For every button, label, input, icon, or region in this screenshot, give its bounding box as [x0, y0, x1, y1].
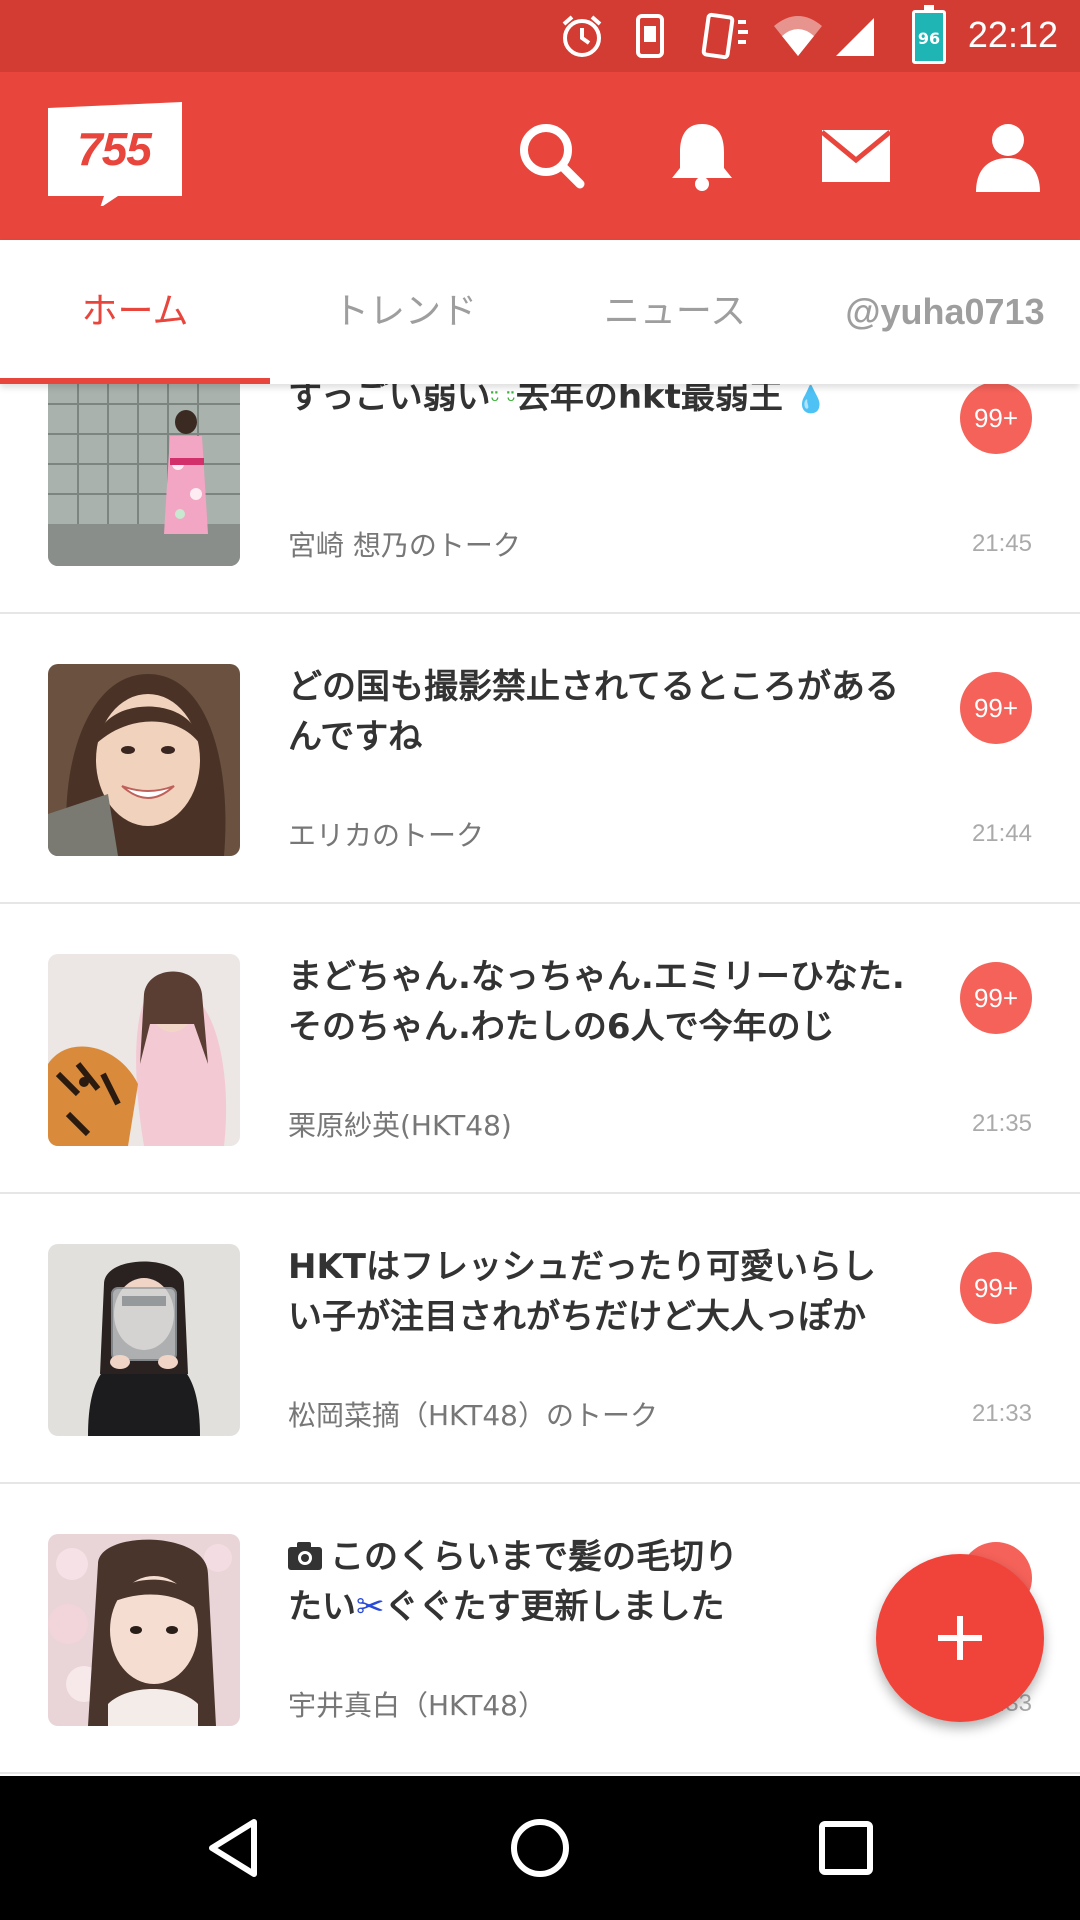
status-bar: 96 22:12 — [0, 0, 1080, 72]
home-icon[interactable] — [504, 1812, 576, 1884]
item-source: 宮崎 想乃のトーク — [288, 529, 521, 562]
tab-home[interactable]: ホーム — [0, 240, 270, 384]
comment-count-badge: 99+ — [960, 672, 1032, 744]
compose-fab-button[interactable] — [876, 1554, 1044, 1722]
battery-icon: 96 — [912, 5, 946, 64]
item-source: 松岡菜摘（HKT48）のトーク — [288, 1399, 658, 1432]
item-time: 21:35 — [971, 1110, 1032, 1137]
item-title: このくらいまで髪の毛切り たい✂ぐぐたす更新しました — [288, 1532, 908, 1632]
tab-user[interactable]: @yuha0713 — [810, 240, 1080, 384]
thumbnail-image — [48, 1244, 240, 1436]
rotation-icon — [701, 12, 748, 60]
thumbnail-image — [48, 384, 240, 566]
plus-icon — [938, 1616, 982, 1660]
sad-face-emoji: ᵕ̈ ᵕ̈ — [490, 389, 516, 414]
bell-icon[interactable] — [662, 116, 742, 196]
list-item[interactable]: HKTはフレッシュだったり可愛いらしい子が注目されがちだけど大人っぽか 99+ … — [0, 1194, 1080, 1484]
tab-indicator — [0, 378, 270, 384]
signal-icon — [836, 18, 874, 56]
item-title: まどちゃん.なっちゃん.エミリーひなた.そのちゃん.わたしの6人で今年のじ — [288, 957, 905, 1047]
comment-count-badge: 99+ — [960, 962, 1032, 1034]
title-text: 去年のhkt最弱王 — [515, 384, 783, 417]
title-text: たい — [288, 1587, 356, 1627]
scissors-emoji: ✂ — [356, 1587, 385, 1627]
back-icon[interactable] — [198, 1812, 270, 1884]
list-item[interactable]: まどちゃん.なっちゃん.エミリーひなた.そのちゃん.わたしの6人で今年のじ 99… — [0, 904, 1080, 1194]
profile-icon[interactable] — [968, 116, 1048, 196]
thumbnail-image — [48, 664, 240, 856]
app-bar: 755 — [0, 72, 1080, 240]
title-text: このくらいまで髪の毛切り — [330, 1537, 738, 1577]
list-item[interactable]: どの国も撮影禁止されてるところがあるんですね 99+ エリカのトーク 21:44 — [0, 614, 1080, 904]
logo-text: 755 — [77, 123, 152, 175]
item-time: 21:44 — [971, 820, 1032, 847]
item-source: 栗原紗英(HKT48) — [288, 1109, 512, 1142]
droplet-emoji: 💧 — [794, 385, 828, 415]
comment-count-badge: 99+ — [960, 1252, 1032, 1324]
recents-icon[interactable] — [810, 1812, 882, 1884]
vibrate-icon — [636, 14, 664, 58]
app-logo[interactable]: 755 — [46, 102, 186, 206]
battery-level: 96 — [917, 29, 941, 48]
item-time: 21:45 — [971, 530, 1032, 557]
status-time: 22:12 — [967, 14, 1058, 55]
list-item[interactable]: すっごい弱いᵕ̈ ᵕ̈去年のhkt最弱王 💧 99+ 宮崎 想乃のトーク 21:… — [0, 384, 1080, 614]
thumbnail-image — [48, 1534, 240, 1726]
mail-icon[interactable] — [816, 116, 896, 196]
item-time: 21:33 — [971, 1400, 1032, 1427]
search-icon[interactable] — [512, 116, 592, 196]
item-source: 宇井真白（HKT48） — [288, 1689, 546, 1722]
thumbnail-image — [48, 954, 240, 1146]
item-title: HKTはフレッシュだったり可愛いらしい子が注目されがちだけど大人っぽか — [288, 1247, 876, 1337]
item-source: エリカのトーク — [288, 819, 485, 852]
title-text: ぐぐたす更新しました — [384, 1587, 725, 1627]
tab-news[interactable]: ニュース — [540, 240, 810, 384]
alarm-icon — [562, 15, 602, 57]
item-title: すっごい弱いᵕ̈ ᵕ̈去年のhkt最弱王 💧 — [288, 384, 908, 427]
comment-count-badge: 99+ — [960, 384, 1032, 454]
navigation-bar — [0, 1776, 1080, 1920]
tab-bar: ホーム トレンド ニュース @yuha0713 — [0, 240, 1080, 384]
camera-icon — [288, 1542, 322, 1570]
item-title: どの国も撮影禁止されてるところがあるんですね — [288, 667, 899, 757]
title-text: すっごい弱い — [288, 384, 491, 417]
wifi-icon — [774, 16, 822, 56]
tab-trend[interactable]: トレンド — [270, 240, 540, 384]
